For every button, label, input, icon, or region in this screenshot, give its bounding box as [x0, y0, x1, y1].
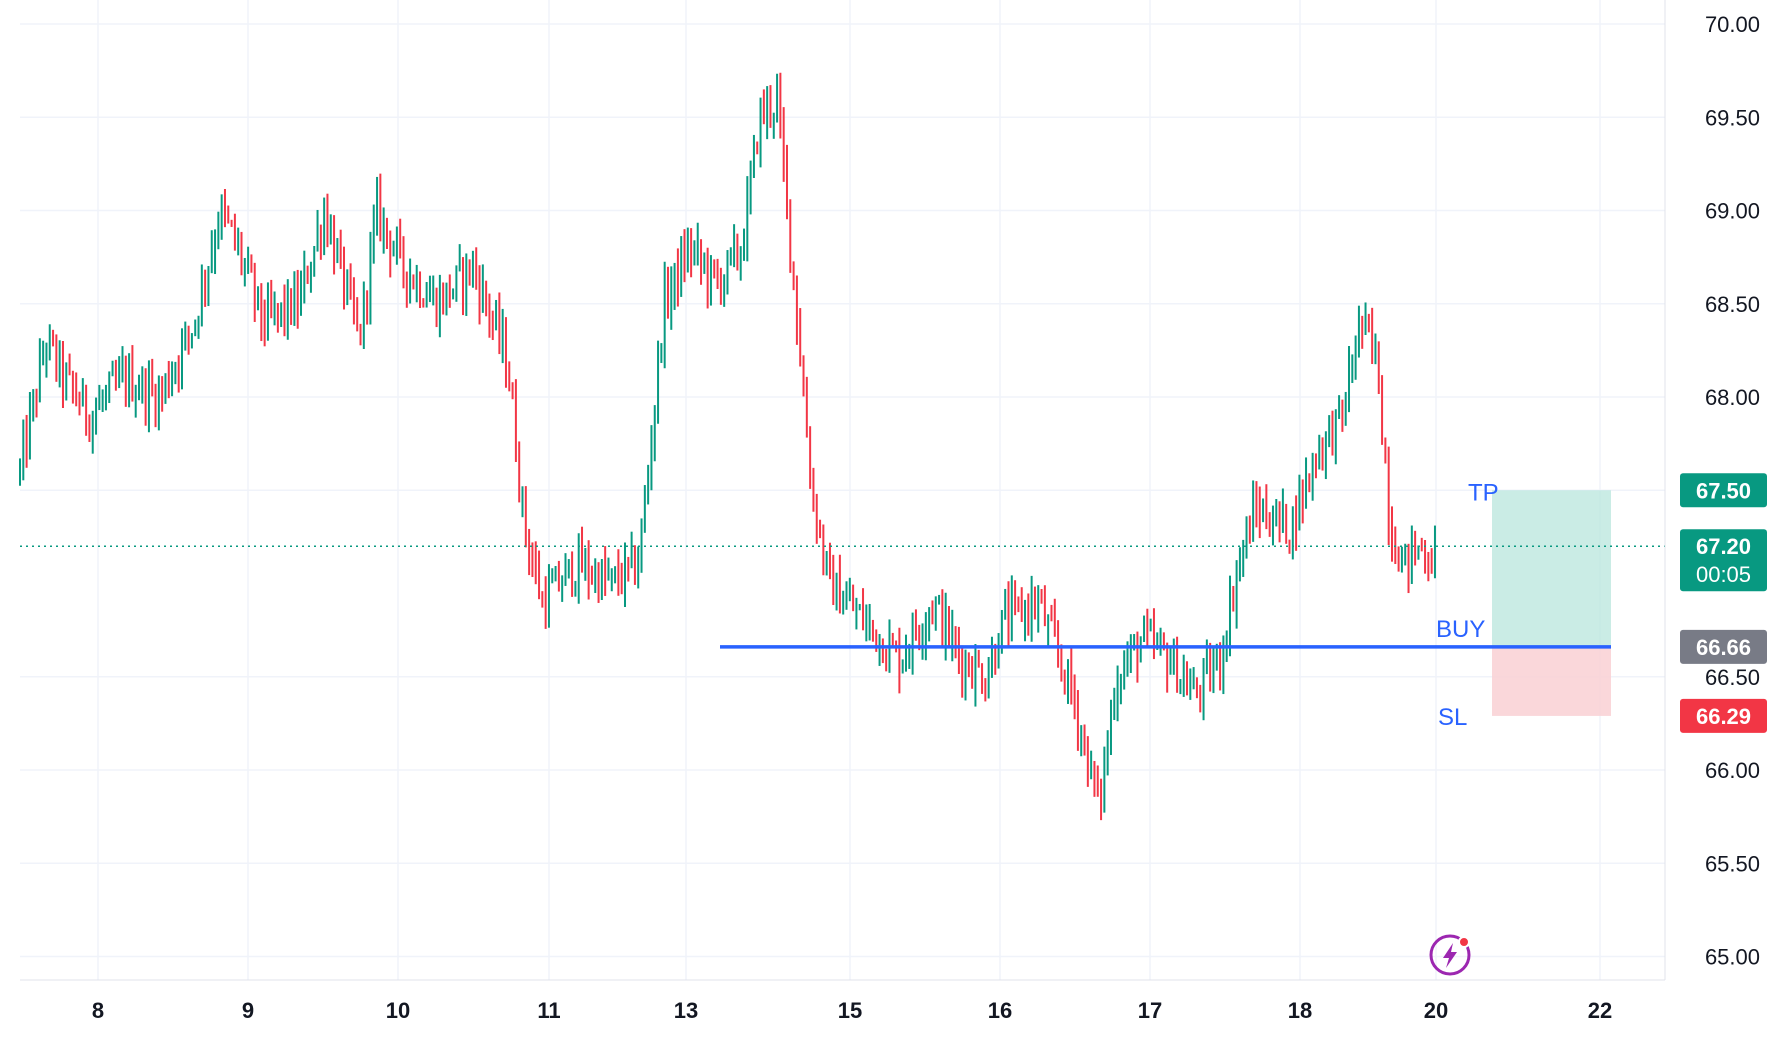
price-tick-label: 65.00 [1705, 945, 1760, 970]
time-tick-label: 15 [838, 998, 862, 1023]
time-tick-label: 22 [1588, 998, 1612, 1023]
price-tick-label: 66.50 [1705, 665, 1760, 690]
entry-badge-text: 66.66 [1696, 635, 1751, 660]
price-tick-label: 68.00 [1705, 385, 1760, 410]
price-tick-label: 70.00 [1705, 12, 1760, 37]
time-tick-label: 13 [674, 998, 698, 1023]
time-tick-label: 16 [988, 998, 1012, 1023]
buy-label: BUY [1436, 616, 1485, 643]
last-price-badge: 67.20 00:05 [1680, 529, 1767, 592]
take-profit-badge-text: 67.50 [1696, 478, 1751, 503]
stop-loss-badge: 66.29 [1680, 698, 1767, 733]
time-tick-label: 8 [92, 998, 104, 1023]
stop-loss-badge-text: 66.29 [1696, 704, 1751, 729]
time-tick-label: 20 [1424, 998, 1448, 1023]
time-tick-label: 18 [1288, 998, 1312, 1023]
price-chart[interactable]: TP BUY SL 70.00 69.50 69.00 68.50 68.00 67.50… [0, 0, 1788, 1048]
take-profit-zone[interactable] [1492, 490, 1611, 647]
price-tick-label: 69.50 [1705, 105, 1760, 130]
time-tick-label: 17 [1138, 998, 1162, 1023]
stop-loss-label: SL [1438, 704, 1467, 731]
take-profit-badge: 67.50 [1680, 473, 1767, 508]
time-tick-label: 11 [537, 998, 560, 1023]
bar-countdown: 00:05 [1696, 562, 1751, 587]
price-tick-label: 69.00 [1705, 199, 1760, 224]
time-tick-label: 10 [386, 998, 410, 1023]
entry-badge: 66.66 [1680, 629, 1767, 664]
take-profit-label: TP [1468, 479, 1499, 506]
time-tick-label: 9 [242, 998, 254, 1023]
price-tick-label: 68.50 [1705, 292, 1760, 317]
last-price-badge-text: 67.20 [1696, 534, 1751, 559]
stop-loss-zone[interactable] [1492, 646, 1611, 716]
price-tick-label: 65.50 [1705, 851, 1760, 876]
price-tick-label: 66.00 [1705, 758, 1760, 783]
